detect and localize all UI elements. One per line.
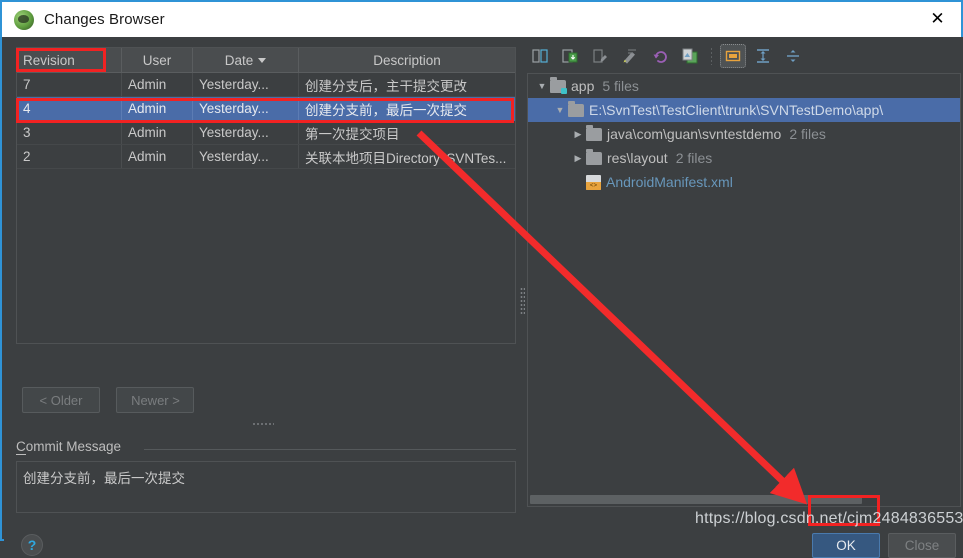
group-by-directory-icon[interactable] xyxy=(720,44,746,68)
tree-row-count: 5 files xyxy=(602,78,639,94)
title-bar: Changes Browser ✕ xyxy=(2,2,961,37)
file-tree[interactable]: ▼ app 5 files ▼ E:\SvnTest\TestClient\tr… xyxy=(527,73,961,507)
folder-icon xyxy=(586,124,602,141)
toolbar-separator xyxy=(711,47,712,65)
cell-user: Admin xyxy=(121,96,193,121)
vertical-splitter-handle[interactable] xyxy=(520,287,525,315)
newer-button[interactable]: Newer > xyxy=(116,387,195,413)
revert-icon[interactable] xyxy=(647,44,673,68)
commit-message-label: Commit Message xyxy=(16,439,122,455)
commit-message-label-text: ommit Message xyxy=(25,439,122,454)
close-button[interactable]: Close xyxy=(888,533,956,558)
sort-descending-arrow-icon xyxy=(258,58,267,64)
table-row[interactable]: 7 Admin Yesterday... 创建分支后，主干提交更改 xyxy=(17,72,515,97)
pagination-buttons: < Older Newer > xyxy=(22,387,206,413)
cell-description: 创建分支前，最后一次提交 xyxy=(298,96,515,121)
collapse-all-icon[interactable] xyxy=(780,44,806,68)
cell-user: Admin xyxy=(121,120,193,145)
commit-message-separator xyxy=(144,449,516,450)
tree-row-count: 2 files xyxy=(675,150,713,166)
cell-date: Yesterday... xyxy=(192,72,299,97)
tree-row-label: res\layout xyxy=(607,150,668,166)
cell-revision: 3 xyxy=(17,120,122,145)
folder-icon xyxy=(568,100,584,117)
chevron-down-icon[interactable]: ▼ xyxy=(552,105,568,115)
older-button[interactable]: < Older xyxy=(22,387,100,413)
close-icon[interactable]: ✕ xyxy=(914,2,961,35)
column-header-user[interactable]: User xyxy=(121,48,193,73)
module-folder-icon xyxy=(550,76,567,94)
window-title: Changes Browser xyxy=(44,11,165,28)
tree-row-count: 2 files xyxy=(789,126,826,142)
cell-revision: 7 xyxy=(17,72,122,97)
show-diff-icon[interactable] xyxy=(527,44,553,68)
edit-source-icon[interactable] xyxy=(587,44,613,68)
table-header-row: Revision User Date Description xyxy=(17,48,515,73)
cell-revision: 2 xyxy=(17,144,122,169)
chevron-right-icon[interactable]: ▶ xyxy=(570,153,586,164)
help-question-icon[interactable]: ? xyxy=(21,534,43,556)
table-row[interactable]: 4 Admin Yesterday... 创建分支前，最后一次提交 xyxy=(17,96,515,121)
tree-row[interactable]: ▼ app 5 files xyxy=(528,74,960,98)
tree-row[interactable]: ▶ java\com\guan\svntestdemo 2 files xyxy=(528,122,960,146)
left-pane: Revision User Date Description 7 Admin Y… xyxy=(4,37,516,556)
right-pane: ▼ app 5 files ▼ E:\SvnTest\TestClient\tr… xyxy=(527,37,963,541)
table-row[interactable]: 3 Admin Yesterday... 第一次提交项目 xyxy=(17,120,515,145)
tree-row-label: app xyxy=(571,78,595,94)
horizontal-splitter-handle[interactable] xyxy=(252,422,274,427)
changes-browser-dialog: Changes Browser ✕ Revision User Date Des… xyxy=(0,0,963,558)
expand-all-icon[interactable] xyxy=(750,44,776,68)
svn-app-icon xyxy=(14,9,34,30)
annotate-icon[interactable] xyxy=(617,44,643,68)
commit-message-field[interactable]: 创建分支前，最后一次提交 xyxy=(16,461,516,513)
cell-description: 创建分支后，主干提交更改 xyxy=(298,72,515,97)
commit-message-value: 创建分支前，最后一次提交 xyxy=(23,471,185,486)
tree-row-label: E:\SvnTest\TestClient\trunk\SVNTestDemo\… xyxy=(589,102,884,118)
chevron-down-icon[interactable]: ▼ xyxy=(534,81,550,91)
column-header-date[interactable]: Date xyxy=(192,48,299,73)
cell-description: 关联本地项目Directory 'SVNTes... xyxy=(298,144,515,169)
column-header-date-label: Date xyxy=(224,52,254,68)
tree-toolbar xyxy=(527,43,806,69)
tree-row-label: AndroidManifest.xml xyxy=(606,174,733,190)
tree-row-label: java\com\guan\svntestdemo xyxy=(607,126,782,142)
column-header-revision[interactable]: Revision xyxy=(17,48,122,73)
column-header-description[interactable]: Description xyxy=(298,48,515,73)
folder-icon xyxy=(586,148,602,165)
cell-user: Admin xyxy=(121,144,193,169)
cell-date: Yesterday... xyxy=(192,144,299,169)
ok-button[interactable]: OK xyxy=(812,533,880,558)
tree-row[interactable]: AndroidManifest.xml xyxy=(528,170,960,194)
tree-row[interactable]: ▶ res\layout 2 files xyxy=(528,146,960,170)
table-row[interactable]: 2 Admin Yesterday... 关联本地项目Directory 'SV… xyxy=(17,144,515,169)
horizontal-scrollbar[interactable] xyxy=(530,495,958,504)
tree-row[interactable]: ▼ E:\SvnTest\TestClient\trunk\SVNTestDem… xyxy=(528,98,960,122)
cell-date: Yesterday... xyxy=(192,96,299,121)
watermark: https://blog.csdn.net/cjm2484836553 xyxy=(695,510,963,527)
cell-user: Admin xyxy=(121,72,193,97)
vertical-splitter[interactable] xyxy=(517,37,527,541)
revision-table[interactable]: Revision User Date Description 7 Admin Y… xyxy=(16,47,516,344)
copy-to-clipboard-icon[interactable] xyxy=(677,44,703,68)
cell-description: 第一次提交项目 xyxy=(298,120,515,145)
cell-revision: 4 xyxy=(17,96,122,121)
dialog-body: Revision User Date Description 7 Admin Y… xyxy=(4,37,963,558)
xml-file-icon xyxy=(586,174,601,190)
chevron-right-icon[interactable]: ▶ xyxy=(570,129,586,140)
get-revision-icon[interactable] xyxy=(557,44,583,68)
cell-date: Yesterday... xyxy=(192,120,299,145)
